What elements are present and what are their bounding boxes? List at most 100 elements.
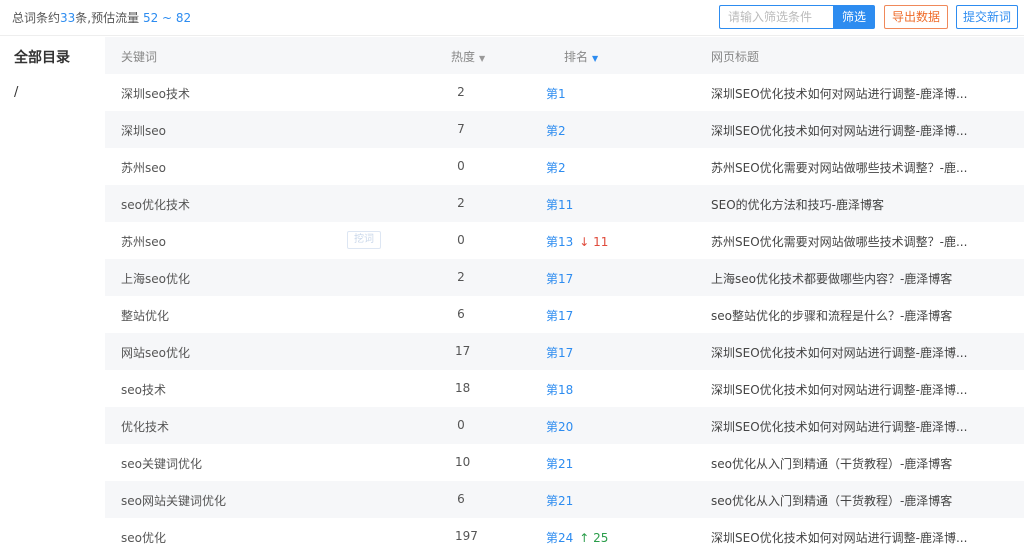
heat-cell: 0 <box>457 418 465 432</box>
sidebar-item-root[interactable]: / <box>14 85 18 100</box>
page-title-cell[interactable]: 深圳SEO优化技术如何对网站进行调整-鹿泽博... <box>711 381 967 398</box>
page-title-cell[interactable]: seo优化从入门到精通（干货教程）-鹿泽博客 <box>711 455 952 472</box>
sort-down-icon: ▼ <box>479 54 486 63</box>
table-row[interactable]: seo网站关键词优化 6 第21 seo优化从入门到精通（干货教程）-鹿泽博客 <box>105 481 1024 518</box>
heat-cell: 10 <box>455 455 471 469</box>
submit-new-keyword-button[interactable]: 提交新词 <box>956 5 1018 29</box>
header-rank-label: 排名 <box>564 50 589 64</box>
page-title-cell[interactable]: 深圳SEO优化技术如何对网站进行调整-鹿泽博... <box>711 529 967 546</box>
table-header: 关键词 热度 ▼ 排名 ▼ 网页标题 <box>105 37 1024 74</box>
header-heat-label: 热度 <box>451 50 476 64</box>
heat-cell: 7 <box>457 122 465 136</box>
keyword-cell: 上海seo优化 <box>121 272 190 286</box>
rank-cell[interactable]: 第24 ↑ 25 <box>546 529 608 546</box>
rank-value: 第13 <box>546 235 574 249</box>
heat-cell: 6 <box>457 492 465 506</box>
filter-input[interactable] <box>719 5 833 29</box>
page-title-cell[interactable]: 深圳SEO优化技术如何对网站进行调整-鹿泽博... <box>711 85 967 102</box>
rank-value: 第18 <box>546 383 574 397</box>
header-heat[interactable]: 热度 ▼ <box>451 48 485 65</box>
keyword-cell: 苏州seo <box>121 235 166 249</box>
heat-cell: 2 <box>457 85 465 99</box>
heat-cell: 18 <box>455 381 471 395</box>
summary-text: 总词条约33条,预估流量 52 ~ 82 <box>12 9 191 26</box>
page-title-cell[interactable]: 深圳SEO优化技术如何对网站进行调整-鹿泽博... <box>711 122 967 139</box>
header-rank[interactable]: 排名 ▼ <box>564 48 598 65</box>
table-row[interactable]: 深圳seo 7 第2 深圳SEO优化技术如何对网站进行调整-鹿泽博... <box>105 111 1024 148</box>
table-row[interactable]: 网站seo优化 17 第17 深圳SEO优化技术如何对网站进行调整-鹿泽博... <box>105 333 1024 370</box>
header-keyword-label: 关键词 <box>121 50 158 64</box>
rank-cell[interactable]: 第2 <box>546 159 566 176</box>
rank-value: 第24 <box>546 531 574 545</box>
keyword-cell: 整站优化 <box>121 309 170 323</box>
table-row[interactable]: 深圳seo技术 2 第1 深圳SEO优化技术如何对网站进行调整-鹿泽博... <box>105 74 1024 111</box>
table-row[interactable]: 优化技术 0 第20 深圳SEO优化技术如何对网站进行调整-鹿泽博... <box>105 407 1024 444</box>
page-title-cell[interactable]: SEO的优化方法和技巧-鹿泽博客 <box>711 196 884 213</box>
keyword-cell: seo优化技术 <box>121 198 190 212</box>
header-title-label: 网页标题 <box>711 50 760 64</box>
table-body: 深圳seo技术 2 第1 深圳SEO优化技术如何对网站进行调整-鹿泽博... 深圳seo… <box>105 74 1024 555</box>
dig-keyword-button[interactable]: 挖词 <box>347 231 381 249</box>
rank-cell[interactable]: 第17 <box>546 270 573 287</box>
rank-value: 第17 <box>546 346 574 360</box>
rank-cell[interactable]: 第21 <box>546 492 573 509</box>
directory-sidebar: 全部目录 / <box>0 37 105 558</box>
page-title-cell[interactable]: 深圳SEO优化技术如何对网站进行调整-鹿泽博... <box>711 418 967 435</box>
traffic-estimate: 52 ~ 82 <box>142 11 192 25</box>
table-row[interactable]: 苏州seo 挖词 0 第13 ↓ 11 苏州SEO优化需要对网站做哪些技术调整？-鹿... <box>105 222 1024 259</box>
keyword-cell: 网站seo优化 <box>121 346 190 360</box>
keyword-cell: seo网站关键词优化 <box>121 494 226 508</box>
heat-cell: 17 <box>455 344 471 358</box>
heat-cell: 197 <box>455 529 478 543</box>
rank-cell[interactable]: 第17 <box>546 344 573 361</box>
rank-up-change: ↑ 25 <box>579 531 609 545</box>
keyword-cell: seo优化 <box>121 531 166 545</box>
top-bar: 总词条约33条,预估流量 52 ~ 82 筛选 导出数据 提交新词 <box>0 0 1024 36</box>
table-row[interactable]: seo关键词优化 10 第21 seo优化从入门到精通（干货教程）-鹿泽博客 <box>105 444 1024 481</box>
table-row[interactable]: 整站优化 6 第17 seo整站优化的步骤和流程是什么？-鹿泽博客 <box>105 296 1024 333</box>
rank-value: 第11 <box>546 198 574 212</box>
page-title-cell[interactable]: seo优化从入门到精通（干货教程）-鹿泽博客 <box>711 492 952 509</box>
rank-cell[interactable]: 第1 <box>546 85 566 102</box>
export-data-button[interactable]: 导出数据 <box>884 5 948 29</box>
summary-prefix: 总词条约 <box>12 11 61 25</box>
keyword-cell: 优化技术 <box>121 420 170 434</box>
filter-button[interactable]: 筛选 <box>833 5 875 29</box>
keyword-count: 33 <box>60 11 76 25</box>
rank-cell[interactable]: 第11 <box>546 196 573 213</box>
rank-value: 第21 <box>546 494 574 508</box>
table-row[interactable]: seo技术 18 第18 深圳SEO优化技术如何对网站进行调整-鹿泽博... <box>105 370 1024 407</box>
rank-cell[interactable]: 第20 <box>546 418 573 435</box>
rank-cell[interactable]: 第18 <box>546 381 573 398</box>
page-title-cell[interactable]: seo整站优化的步骤和流程是什么？-鹿泽博客 <box>711 307 952 324</box>
rank-value: 第20 <box>546 420 574 434</box>
table-row[interactable]: 苏州seo 0 第2 苏州SEO优化需要对网站做哪些技术调整？-鹿... <box>105 148 1024 185</box>
table-row[interactable]: 上海seo优化 2 第17 上海seo优化技术都要做哪些内容？-鹿泽博客 <box>105 259 1024 296</box>
rank-cell[interactable]: 第21 <box>546 455 573 472</box>
keyword-cell: seo关键词优化 <box>121 457 202 471</box>
heat-cell: 2 <box>457 270 465 284</box>
table-row[interactable]: seo优化 197 第24 ↑ 25 深圳SEO优化技术如何对网站进行调整-鹿泽博... <box>105 518 1024 555</box>
table-row[interactable]: seo优化技术 2 第11 SEO的优化方法和技巧-鹿泽博客 <box>105 185 1024 222</box>
keyword-cell: 苏州seo <box>121 161 166 175</box>
rank-value: 第2 <box>546 161 566 175</box>
keyword-cell: 深圳seo技术 <box>121 87 190 101</box>
sort-down-icon: ▼ <box>592 54 599 63</box>
sidebar-title[interactable]: 全部目录 <box>14 47 70 67</box>
page-title-cell[interactable]: 苏州SEO优化需要对网站做哪些技术调整？-鹿... <box>711 233 967 250</box>
summary-middle: 条,预估流量 <box>75 11 140 25</box>
page-title-cell[interactable]: 苏州SEO优化需要对网站做哪些技术调整？-鹿... <box>711 159 967 176</box>
header-keyword: 关键词 <box>121 48 157 65</box>
rank-cell[interactable]: 第13 ↓ 11 <box>546 233 608 250</box>
rank-value: 第17 <box>546 309 574 323</box>
page-title-cell[interactable]: 上海seo优化技术都要做哪些内容？-鹿泽博客 <box>711 270 952 287</box>
page-title-cell[interactable]: 深圳SEO优化技术如何对网站进行调整-鹿泽博... <box>711 344 967 361</box>
heat-cell: 6 <box>457 307 465 321</box>
rank-cell[interactable]: 第17 <box>546 307 573 324</box>
heat-cell: 0 <box>457 233 465 247</box>
rank-cell[interactable]: 第2 <box>546 122 566 139</box>
heat-cell: 2 <box>457 196 465 210</box>
rank-value: 第2 <box>546 124 566 138</box>
rank-value: 第17 <box>546 272 574 286</box>
keyword-cell: 深圳seo <box>121 124 166 138</box>
